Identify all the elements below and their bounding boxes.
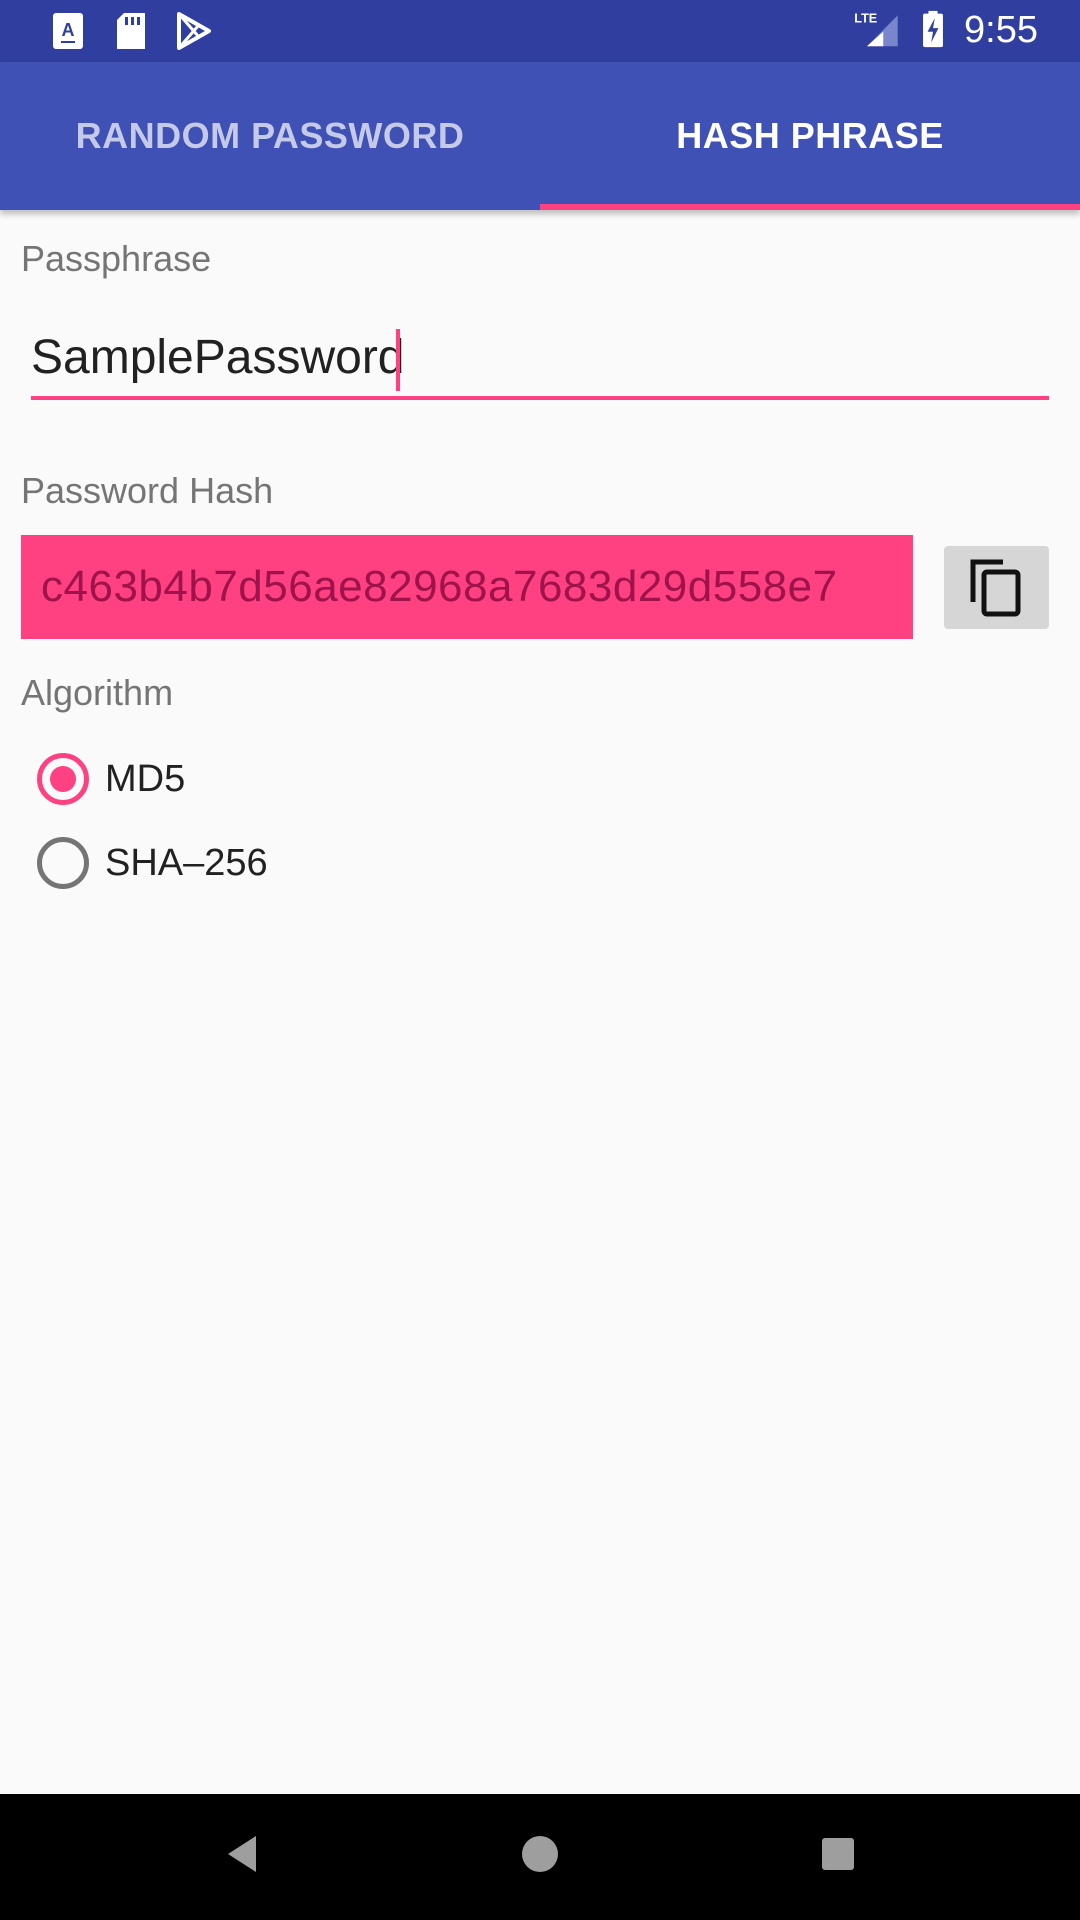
sd-card-icon: [117, 13, 145, 49]
radio-label-md5[interactable]: MD5: [105, 758, 185, 801]
svg-text:A: A: [62, 20, 75, 40]
password-hash-value: c463b4b7d56ae82968a7683d29d558e7: [41, 562, 838, 611]
tab-bar: RANDOM PASSWORD HASH PHRASE: [0, 62, 1080, 210]
algorithm-label: Algorithm: [21, 672, 174, 713]
home-icon[interactable]: [518, 1832, 562, 1876]
tab-hash-phrase[interactable]: HASH PHRASE: [540, 62, 1080, 210]
svg-text:LTE: LTE: [854, 12, 877, 26]
app-store-notification-icon: A: [53, 13, 83, 49]
password-hash-field[interactable]: c463b4b7d56ae82968a7683d29d558e7: [21, 535, 913, 639]
passphrase-label: Passphrase: [21, 238, 212, 279]
back-icon[interactable]: [222, 1832, 262, 1876]
recents-icon[interactable]: [818, 1832, 858, 1876]
lte-signal-icon: LTE: [854, 12, 898, 47]
copy-icon: [970, 559, 1020, 616]
status-bar: A LTE 9:55: [0, 0, 1080, 62]
battery-charging-icon: [923, 10, 943, 48]
radio-button-md5[interactable]: [37, 753, 89, 805]
passphrase-underline: [31, 396, 1049, 400]
radio-label-sha256[interactable]: SHA–256: [105, 842, 268, 885]
password-hash-label: Password Hash: [21, 470, 274, 511]
radio-button-sha256[interactable]: [37, 837, 89, 889]
passphrase-value[interactable]: SamplePassword: [31, 330, 405, 385]
status-time: 9:55: [964, 9, 1038, 51]
tab-random-password[interactable]: RANDOM PASSWORD: [0, 62, 540, 210]
text-cursor: [396, 329, 400, 391]
play-store-icon: [177, 12, 211, 50]
tab-indicator: [540, 204, 1080, 210]
copy-button[interactable]: [944, 546, 1049, 629]
navigation-bar: [0, 1794, 1080, 1920]
